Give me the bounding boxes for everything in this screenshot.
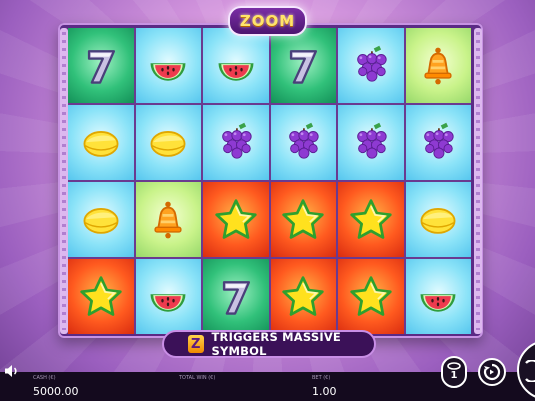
left-rail (60, 28, 68, 334)
speaker-icon (5, 365, 17, 377)
reel-cell-4-2 (135, 259, 201, 334)
grapes-icon (348, 43, 394, 89)
cash-value: 5000.00 (33, 385, 79, 398)
reel-cell-2-6 (405, 105, 471, 180)
reel-cell-2-2 (135, 105, 201, 180)
sound-toggle-button[interactable] (2, 360, 22, 382)
watermelon-icon (145, 274, 191, 320)
bet-value: 1.00 (312, 385, 337, 398)
reel-cell-3-5 (338, 182, 404, 257)
seven-icon (78, 43, 124, 89)
reel-cell-4-3 (203, 259, 269, 334)
reel-cell-2-4 (270, 105, 336, 180)
svg-text:1: 1 (451, 370, 458, 381)
watermelon-icon (213, 43, 259, 89)
star-icon (213, 197, 259, 243)
spin-icon (525, 360, 535, 382)
coin-stack-icon: 1 (447, 362, 461, 381)
lemon-icon (415, 197, 461, 243)
reel-cell-4-5 (338, 259, 404, 334)
reel-cell-4-1 (68, 259, 134, 334)
reel-cell-1-5 (338, 28, 404, 103)
reel-cell-3-3 (203, 182, 269, 257)
bet-label: BET (€) (312, 375, 331, 381)
reel-cell-1-1 (68, 28, 134, 103)
watermelon-icon (415, 274, 461, 320)
star-icon (348, 197, 394, 243)
star-icon (348, 274, 394, 320)
reel-cell-1-2 (135, 28, 201, 103)
star-icon (78, 274, 124, 320)
zoom-feature-icon: Z (188, 335, 204, 353)
reel-cell-1-6 (405, 28, 471, 103)
bell-icon (415, 43, 461, 89)
reel-cell-1-4 (270, 28, 336, 103)
grapes-icon (280, 120, 326, 166)
star-icon (280, 274, 326, 320)
right-rail (474, 28, 482, 334)
reel-cell-4-6 (405, 259, 471, 334)
feature-tip-banner: Z TRIGGERS MASSIVE SYMBOL (162, 330, 376, 358)
game-logo: ZOOM (228, 6, 307, 36)
watermelon-icon (145, 43, 191, 89)
autoplay-button[interactable] (478, 358, 506, 386)
reel-cell-2-5 (338, 105, 404, 180)
star-icon (280, 197, 326, 243)
reel-cell-4-4 (270, 259, 336, 334)
reel-cell-3-6 (405, 182, 471, 257)
bell-icon (145, 197, 191, 243)
grapes-icon (213, 120, 259, 166)
reel-cell-3-2 (135, 182, 201, 257)
reel-cell-1-3 (203, 28, 269, 103)
cash-label: CASH (€) (33, 375, 56, 381)
total-win-label: TOTAL WIN (€) (179, 375, 216, 381)
autoplay-icon (483, 363, 501, 381)
bet-chip-button[interactable]: 1 (441, 356, 467, 388)
reel-grid (68, 28, 471, 334)
reel-cell-2-1 (68, 105, 134, 180)
lemon-icon (78, 120, 124, 166)
seven-icon (213, 274, 259, 320)
seven-icon (280, 43, 326, 89)
reel-cell-2-3 (203, 105, 269, 180)
logo-text: ZOOM (239, 12, 296, 30)
reel-cell-3-1 (68, 182, 134, 257)
lemon-icon (145, 120, 191, 166)
reel-cell-3-4 (270, 182, 336, 257)
grapes-icon (415, 120, 461, 166)
lemon-icon (78, 197, 124, 243)
feature-tip-text: TRIGGERS MASSIVE SYMBOL (211, 330, 341, 358)
grapes-icon (348, 120, 394, 166)
